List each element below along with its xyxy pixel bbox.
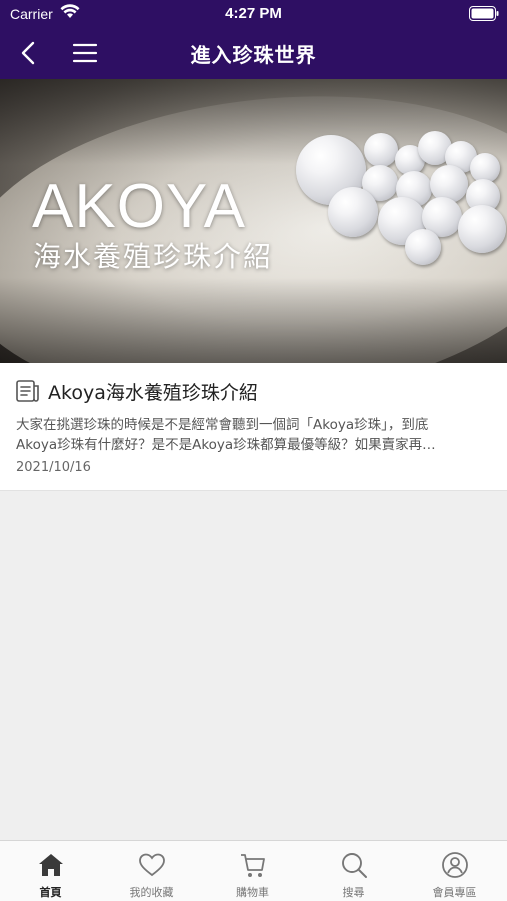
user-icon [442, 852, 468, 878]
bottom-tab-bar: 首頁 我的收藏 購物車 搜尋 會員專區 [0, 840, 507, 901]
article-excerpt-line: 大家在挑選珍珠的時候是不是經常會聽到一個詞「Akoya珍珠」，到底 [16, 417, 429, 433]
hero-title: AKOYA [32, 172, 247, 241]
tab-label: 購物車 [236, 886, 269, 899]
article-card[interactable]: Akoya海水養殖珍珠介紹 大家在挑選珍珠的時候是不是經常會聽到一個詞「Akoy… [0, 363, 507, 491]
tab-cart[interactable]: 購物車 [202, 841, 303, 901]
tab-label: 會員專區 [432, 886, 477, 899]
tab-search[interactable]: 搜尋 [303, 841, 404, 901]
battery-icon [469, 6, 499, 21]
article-date: 2021/10/16 [16, 460, 91, 475]
tab-label: 搜尋 [342, 886, 365, 899]
search-icon [342, 853, 367, 878]
article-icon [16, 380, 39, 402]
article-title: Akoya海水養殖珍珠介紹 [48, 382, 258, 404]
page-title: 進入珍珠世界 [190, 43, 317, 67]
status-time: 4:27 PM [225, 5, 282, 22]
article-excerpt: 大家在挑選珍珠的時候是不是經常會聽到一個詞「Akoya珍珠」，到底 Akoya珍… [16, 415, 492, 455]
hero-subtitle: 海水養殖珍珠介紹 [33, 240, 274, 273]
app-header: Carrier 4:27 PM 進入珍珠世界 [0, 0, 507, 79]
home-icon [39, 854, 63, 876]
tab-label: 我的收藏 [129, 886, 174, 899]
heart-icon [139, 853, 165, 877]
status-bar: Carrier 4:27 PM [0, 0, 507, 28]
article-excerpt-line: Akoya珍珠有什麼好？是不是Akoya珍珠都算最優等級？如果賣家再… [16, 437, 436, 453]
tab-favorites[interactable]: 我的收藏 [101, 841, 202, 901]
tab-label: 首頁 [39, 886, 62, 899]
nav-bar: 進入珍珠世界 [0, 28, 507, 79]
hero-banner[interactable]: AKOYA 海水養殖珍珠介紹 [0, 79, 507, 363]
tab-home[interactable]: 首頁 [0, 841, 101, 901]
cart-icon [241, 854, 265, 877]
tab-member[interactable]: 會員專區 [404, 841, 505, 901]
